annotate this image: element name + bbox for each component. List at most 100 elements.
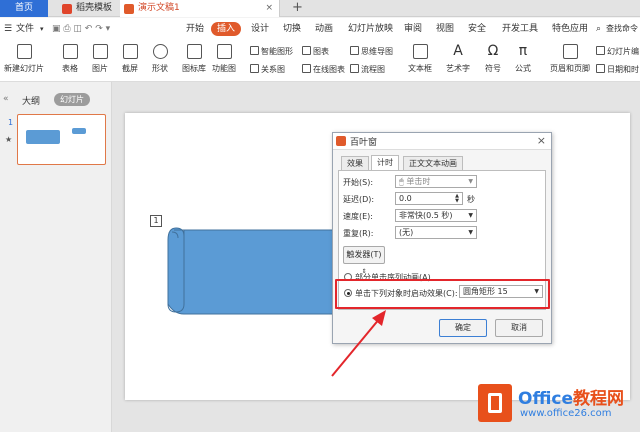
wordart-icon: A	[453, 43, 463, 59]
search-icon[interactable]: ⌕	[596, 22, 601, 36]
header-footer-icon	[562, 44, 578, 59]
brand-url: www.office26.com	[520, 408, 612, 419]
ok-button[interactable]: 确定	[439, 319, 487, 337]
menu-start[interactable]: 开始	[186, 22, 204, 36]
chevron-down-icon[interactable]: ▾	[40, 22, 44, 36]
slide-number-button[interactable]: 幻灯片编	[596, 46, 639, 58]
repeat-select[interactable]: (无) ▼	[395, 226, 477, 239]
tab-home[interactable]: 首页	[0, 0, 48, 17]
slide-number-icon	[596, 46, 605, 55]
chevron-down-icon: ▼	[468, 229, 473, 236]
slide-thumbnail[interactable]	[17, 114, 106, 165]
calendar-icon	[596, 64, 605, 73]
menu-insert[interactable]: 插入	[211, 22, 242, 36]
speed-label: 速度(E):	[343, 212, 373, 221]
menu-transition[interactable]: 切换	[283, 22, 301, 36]
menu-view[interactable]: 视图	[436, 22, 454, 36]
highlight-box	[335, 279, 550, 309]
icon-library-icon	[186, 44, 202, 59]
start-label: 开始(S):	[343, 178, 374, 187]
scroll-shape[interactable]	[164, 226, 336, 316]
formula-button[interactable]: π 公式	[515, 44, 531, 74]
picture-button[interactable]: 图片	[92, 44, 108, 74]
tab-slides[interactable]: 幻灯片	[54, 93, 90, 106]
flowchart-icon	[350, 64, 359, 73]
search-command[interactable]: 查找命令	[606, 22, 638, 36]
spinner-icon[interactable]: ▲ ▼	[455, 194, 459, 204]
annotation-arrow	[331, 310, 386, 377]
mind-map-icon	[350, 46, 359, 55]
pi-icon: π	[518, 43, 528, 59]
smart-art-icon	[250, 46, 259, 55]
tab-template-label: 稻壳模板	[76, 3, 113, 13]
delay-label: 延迟(D):	[343, 195, 375, 204]
menu-review[interactable]: 审阅	[404, 22, 422, 36]
repeat-label: 重复(R):	[343, 229, 374, 238]
menu-developer[interactable]: 开发工具	[502, 22, 538, 36]
omega-icon: Ω	[487, 43, 499, 59]
online-chart-icon	[302, 64, 311, 73]
tab-timing[interactable]: 计时	[371, 155, 399, 171]
animation-star-icon: ★	[5, 135, 13, 144]
tab-template[interactable]: 稻壳模板	[60, 0, 118, 17]
new-tab-button[interactable]: +	[292, 0, 306, 17]
date-time-button[interactable]: 日期和时	[596, 64, 639, 76]
textbox-icon	[412, 44, 428, 59]
table-button[interactable]: 表格	[62, 44, 78, 74]
chart-button[interactable]: 图表	[302, 46, 329, 58]
quick-access-icons[interactable]: ▣ ⎙ ◫ ↶ ↷ ▾	[52, 22, 110, 36]
brand-name: Office教程网	[518, 389, 625, 409]
insert-ribbon: 新建幻灯片 表格 图片 截屏 形状 图标库 功能图 智能图形 图表 思维导图 关…	[0, 40, 640, 82]
smart-art-button[interactable]: 智能图形	[250, 46, 293, 58]
textbox-button[interactable]: 文本框	[408, 44, 432, 74]
new-slide-icon	[16, 44, 32, 59]
tab-text-animation[interactable]: 正文文本动画	[403, 156, 463, 171]
chart-icon	[302, 46, 311, 55]
chevron-down-icon: ▼	[468, 212, 473, 219]
close-icon[interactable]: ×	[537, 134, 546, 147]
hamburger-icon[interactable]: ☰	[4, 22, 12, 36]
slide-number: 1	[8, 118, 14, 127]
animation-order-tag[interactable]: 1	[150, 215, 162, 227]
thumbnail-rounded-rect	[72, 128, 86, 134]
dialog-title: 百叶窗	[350, 138, 378, 148]
picture-icon	[92, 44, 108, 59]
screenshot-icon	[122, 44, 138, 59]
tab-effect[interactable]: 效果	[341, 156, 369, 171]
flowchart-button[interactable]: 流程图	[350, 64, 385, 76]
screenshot-button[interactable]: 截屏	[122, 44, 138, 74]
menu-file[interactable]: 文件	[16, 22, 34, 36]
icon-library-button[interactable]: 图标库	[182, 44, 206, 74]
menu-slideshow[interactable]: 幻灯片放映	[348, 22, 393, 36]
relation-chart-button[interactable]: 关系图	[250, 64, 285, 76]
header-footer-button[interactable]: 页眉和页脚	[550, 44, 590, 74]
new-slide-button[interactable]: 新建幻灯片	[4, 44, 44, 74]
menu-design[interactable]: 设计	[251, 22, 269, 36]
tab-outline[interactable]: 大纲	[22, 94, 40, 107]
site-watermark: Office教程网 www.office26.com	[470, 380, 640, 432]
dialog-titlebar: 百叶窗 ×	[333, 133, 551, 150]
mouse-icon: 🖱	[399, 177, 404, 186]
start-select[interactable]: 🖱 单击时 ▼	[395, 175, 477, 188]
function-chart-button[interactable]: 功能图	[212, 44, 236, 74]
mind-map-button[interactable]: 思维导图	[350, 46, 393, 58]
menu-security[interactable]: 安全	[468, 22, 486, 36]
wordart-button[interactable]: A 艺术字	[446, 44, 470, 74]
collapse-panel-icon[interactable]: «	[3, 94, 9, 104]
delay-unit: 秒	[467, 195, 475, 204]
symbol-button[interactable]: Ω 符号	[485, 44, 501, 74]
document-tab-bar: 首页 稻壳模板 演示文稿1 × +	[0, 0, 640, 17]
menu-animation[interactable]: 动画	[315, 22, 333, 36]
speed-select[interactable]: 非常快(0.5 秒) ▼	[395, 209, 477, 222]
app-logo-icon	[336, 136, 346, 146]
tab-document[interactable]: 演示文稿1 ×	[120, 0, 280, 17]
close-icon[interactable]: ×	[265, 0, 273, 17]
menu-features[interactable]: 特色应用	[552, 22, 588, 36]
cancel-button[interactable]: 取消	[495, 319, 543, 337]
shape-button[interactable]: 形状	[152, 44, 168, 74]
delay-input[interactable]: 0.0 ▲ ▼	[395, 192, 463, 205]
online-chart-button[interactable]: 在线图表	[302, 64, 345, 76]
relation-chart-icon	[250, 64, 259, 73]
thumbnail-scroll-shape	[26, 130, 60, 144]
trigger-button[interactable]: 触发器(T) ⇕	[343, 246, 385, 275]
